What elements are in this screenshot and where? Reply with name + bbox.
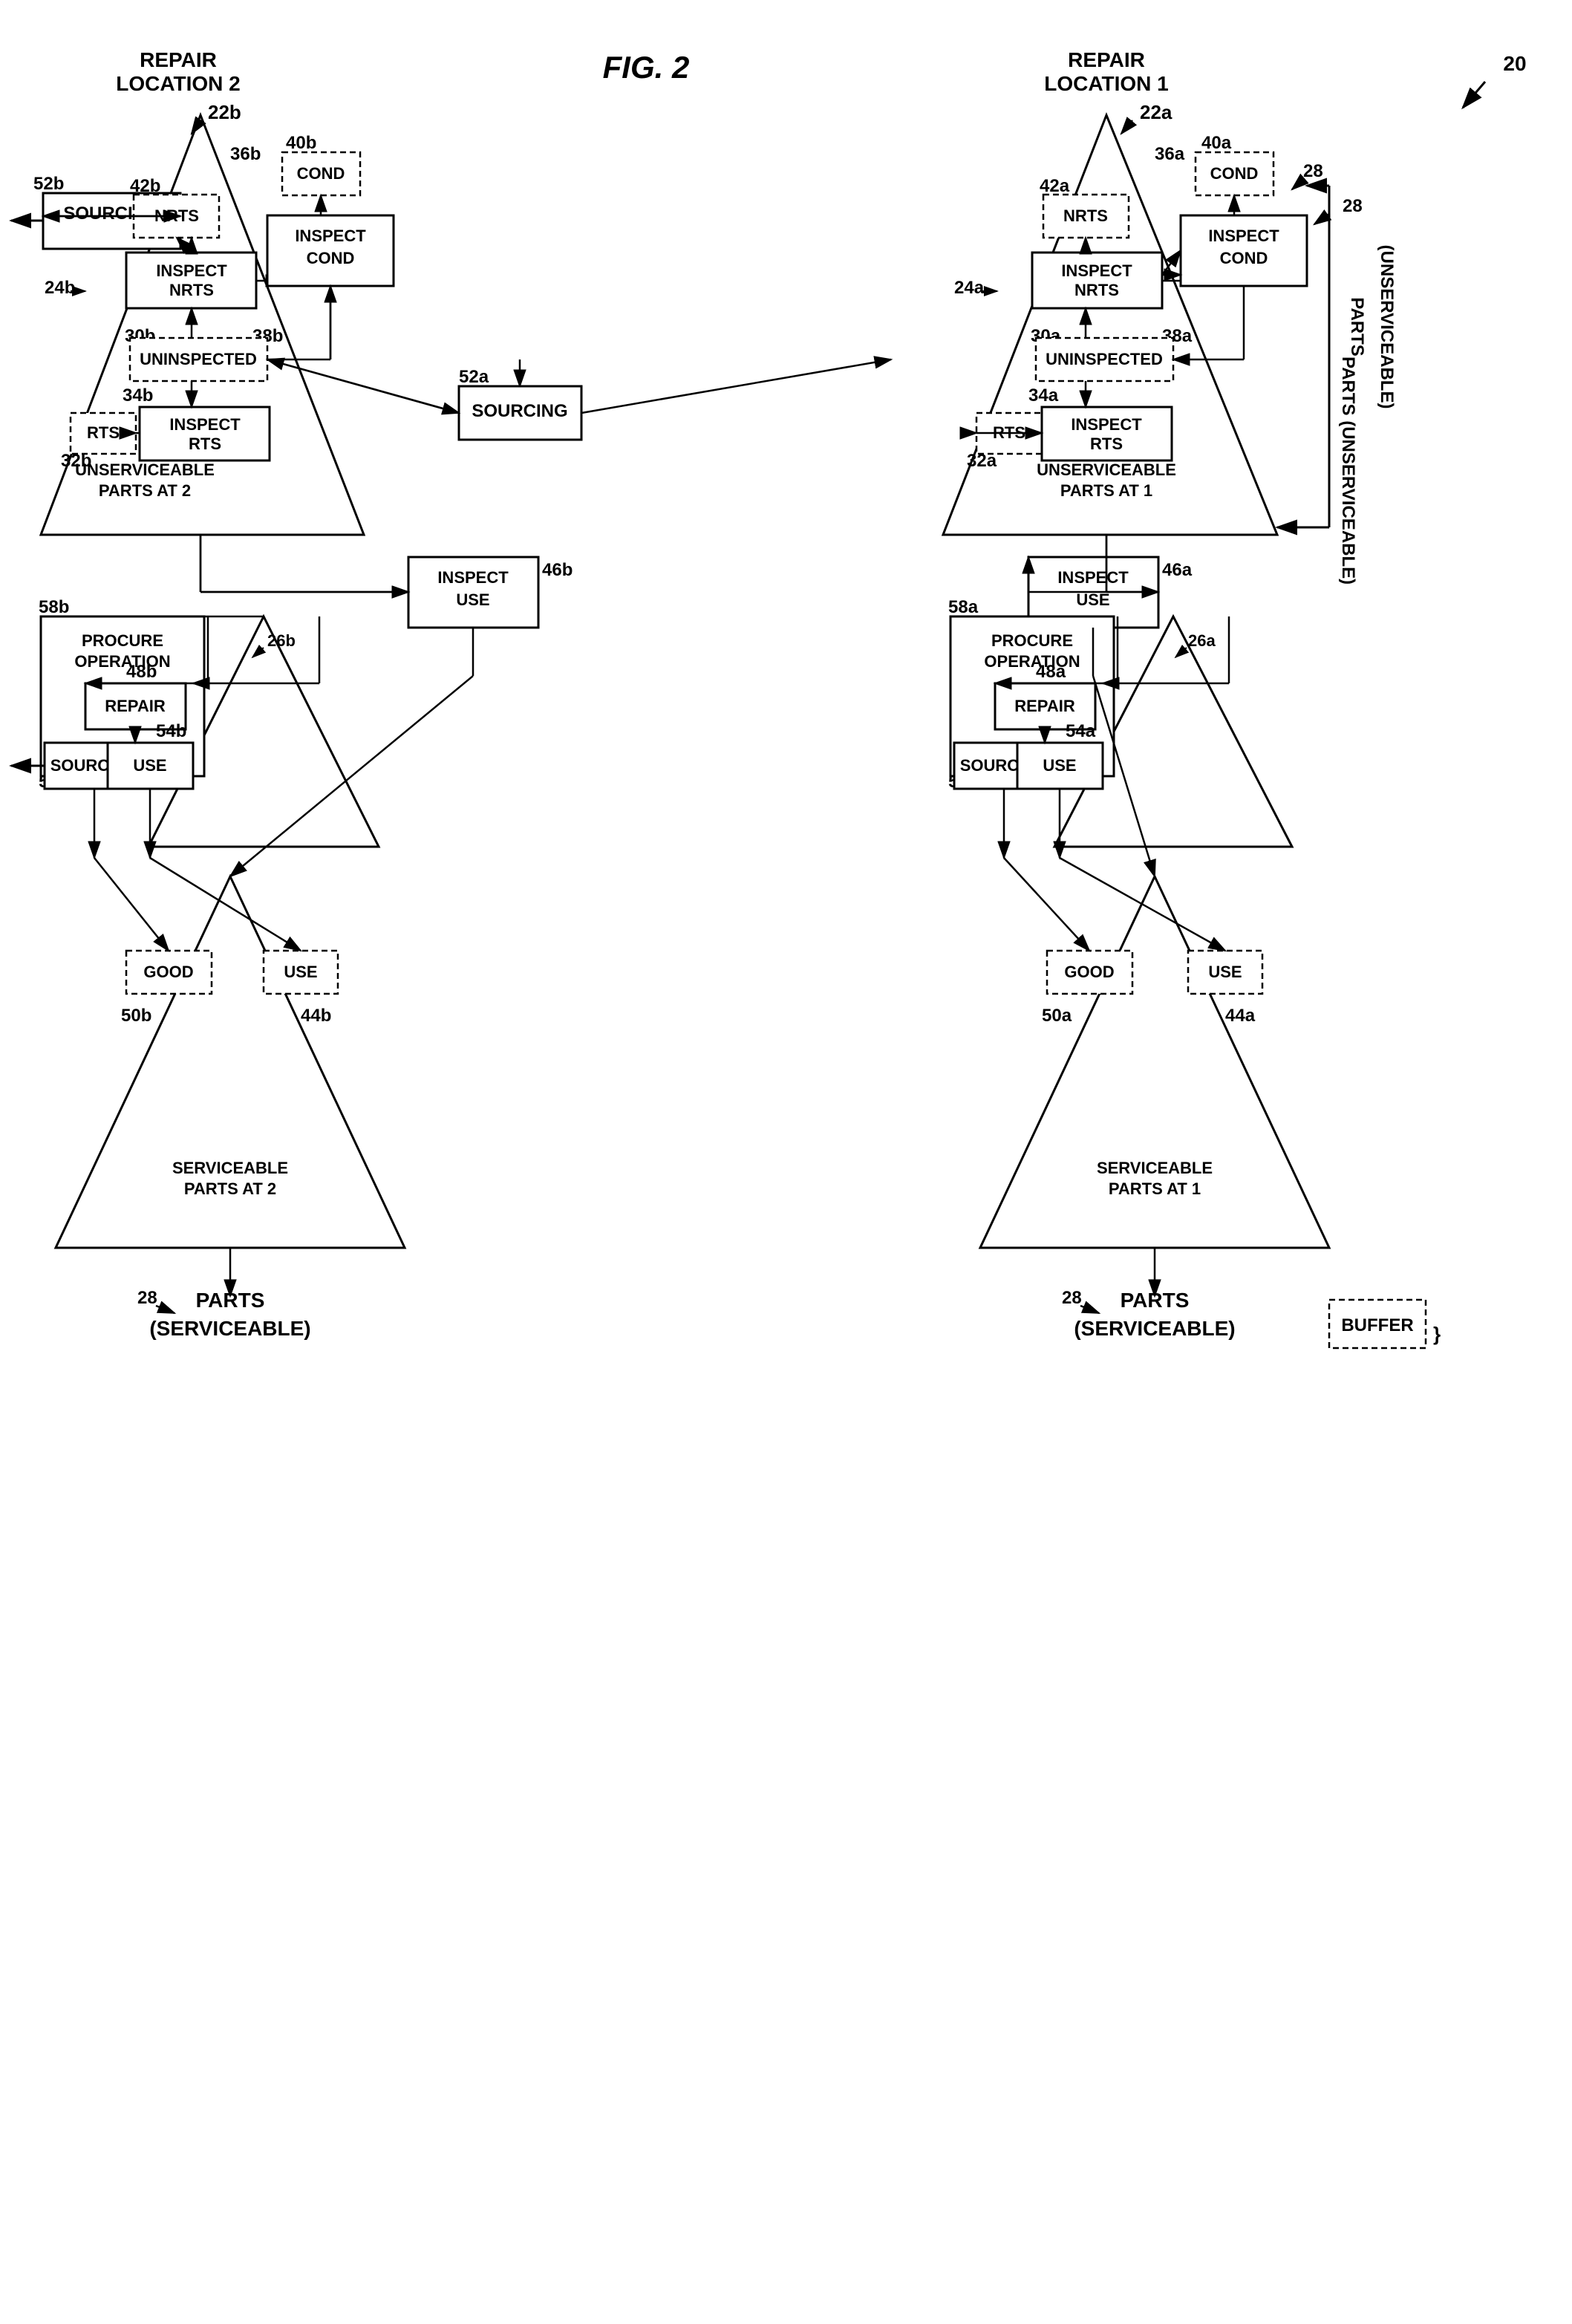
svg-text:54a: 54a xyxy=(1066,721,1096,741)
svg-text:36b: 36b xyxy=(230,144,261,164)
svg-text:RTS: RTS xyxy=(189,434,221,453)
svg-text:REPAIR: REPAIR xyxy=(1068,48,1145,71)
svg-text:SERVICEABLE: SERVICEABLE xyxy=(172,1159,288,1177)
svg-text:26a: 26a xyxy=(1188,631,1216,650)
svg-text:RTS: RTS xyxy=(87,423,120,442)
svg-text:RTS: RTS xyxy=(1090,434,1123,453)
svg-text:UNSERVICEABLE: UNSERVICEABLE xyxy=(1037,460,1176,479)
svg-text:32b: 32b xyxy=(61,451,91,471)
svg-text:26b: 26b xyxy=(267,631,296,650)
svg-text:50a: 50a xyxy=(1042,1006,1072,1026)
diagram: FIG. 2 20 REPAIR LOCATION 2 22b UNSERVIC… xyxy=(0,0,1572,2324)
svg-text:46b: 46b xyxy=(542,560,573,580)
svg-text:PROCURE: PROCURE xyxy=(82,631,163,650)
svg-text:UNINSPECTED: UNINSPECTED xyxy=(1046,350,1163,368)
svg-text:24a: 24a xyxy=(954,278,985,298)
svg-text:COND: COND xyxy=(297,164,345,183)
svg-text:52b: 52b xyxy=(33,174,64,194)
svg-text:PARTS AT 2: PARTS AT 2 xyxy=(184,1179,276,1198)
svg-text:PARTS (UNSERVICEABLE): PARTS (UNSERVICEABLE) xyxy=(1338,357,1358,585)
svg-text:50b: 50b xyxy=(121,1006,151,1026)
svg-text:20: 20 xyxy=(1503,52,1526,75)
svg-text:58a: 58a xyxy=(948,597,979,617)
svg-text:OPERATION: OPERATION xyxy=(984,652,1080,671)
svg-text:32a: 32a xyxy=(967,451,997,471)
svg-text:48b: 48b xyxy=(126,662,157,682)
svg-text:REPAIR: REPAIR xyxy=(1014,697,1075,715)
svg-text:INSPECT: INSPECT xyxy=(169,415,241,434)
svg-text:PARTS AT 2: PARTS AT 2 xyxy=(99,481,191,500)
svg-text:INSPECT: INSPECT xyxy=(1071,415,1142,434)
svg-text:}: } xyxy=(1433,1323,1441,1345)
fig-title: FIG. 2 xyxy=(603,50,690,85)
svg-text:INSPECT: INSPECT xyxy=(1057,568,1129,587)
svg-text:28: 28 xyxy=(137,1288,157,1308)
svg-text:28: 28 xyxy=(1303,161,1323,181)
svg-text:PARTS AT 1: PARTS AT 1 xyxy=(1109,1179,1201,1198)
svg-text:USE: USE xyxy=(456,590,489,609)
svg-text:BUFFER: BUFFER xyxy=(1341,1315,1413,1335)
svg-text:UNINSPECTED: UNINSPECTED xyxy=(140,350,257,368)
svg-text:COND: COND xyxy=(1220,249,1268,267)
svg-text:58b: 58b xyxy=(39,597,69,617)
svg-text:LOCATION 2: LOCATION 2 xyxy=(116,72,240,95)
svg-text:LOCATION 1: LOCATION 1 xyxy=(1044,72,1168,95)
svg-text:INSPECT: INSPECT xyxy=(1061,261,1132,280)
svg-text:USE: USE xyxy=(133,756,166,775)
svg-text:COND: COND xyxy=(307,249,355,267)
svg-text:REPAIR: REPAIR xyxy=(140,48,217,71)
svg-text:24b: 24b xyxy=(45,278,75,298)
svg-text:UNSERVICEABLE: UNSERVICEABLE xyxy=(75,460,215,479)
svg-text:INSPECT: INSPECT xyxy=(437,568,509,587)
svg-text:GOOD: GOOD xyxy=(143,963,193,981)
svg-text:INSPECT: INSPECT xyxy=(1208,227,1279,245)
svg-text:34b: 34b xyxy=(123,385,153,406)
svg-text:NRTS: NRTS xyxy=(1074,281,1119,299)
svg-text:PARTS AT 1: PARTS AT 1 xyxy=(1060,481,1152,500)
svg-text:PROCURE: PROCURE xyxy=(991,631,1073,650)
svg-text:40b: 40b xyxy=(286,133,316,153)
svg-text:(SERVICEABLE): (SERVICEABLE) xyxy=(149,1317,310,1340)
svg-text:USE: USE xyxy=(1043,756,1076,775)
svg-text:INSPECT: INSPECT xyxy=(295,227,366,245)
svg-text:34a: 34a xyxy=(1028,385,1059,406)
svg-text:PARTS: PARTS xyxy=(1347,297,1367,357)
svg-text:USE: USE xyxy=(1076,590,1109,609)
svg-text:(SERVICEABLE): (SERVICEABLE) xyxy=(1074,1317,1235,1340)
svg-text:SERVICEABLE: SERVICEABLE xyxy=(1097,1159,1213,1177)
svg-text:NRTS: NRTS xyxy=(1063,206,1108,225)
svg-text:44b: 44b xyxy=(301,1006,331,1026)
svg-text:42b: 42b xyxy=(130,176,160,196)
svg-text:44a: 44a xyxy=(1225,1006,1256,1026)
svg-text:22a: 22a xyxy=(1140,101,1173,123)
svg-text:USE: USE xyxy=(284,963,317,981)
svg-text:INSPECT: INSPECT xyxy=(156,261,227,280)
svg-text:28: 28 xyxy=(1062,1288,1082,1308)
svg-text:40a: 40a xyxy=(1201,133,1232,153)
svg-text:46a: 46a xyxy=(1162,560,1193,580)
svg-text:36a: 36a xyxy=(1155,144,1185,164)
svg-text:SOURCING: SOURCING xyxy=(472,401,567,421)
svg-text:48a: 48a xyxy=(1036,662,1066,682)
svg-text:28: 28 xyxy=(1343,196,1363,216)
svg-text:USE: USE xyxy=(1208,963,1242,981)
svg-text:42a: 42a xyxy=(1040,176,1070,196)
svg-text:52a: 52a xyxy=(459,367,489,387)
svg-text:COND: COND xyxy=(1210,164,1259,183)
svg-text:22b: 22b xyxy=(208,101,241,123)
svg-text:REPAIR: REPAIR xyxy=(105,697,166,715)
svg-text:NRTS: NRTS xyxy=(169,281,214,299)
svg-text:(UNSERVICEABLE): (UNSERVICEABLE) xyxy=(1377,245,1397,409)
svg-text:GOOD: GOOD xyxy=(1064,963,1114,981)
svg-text:54b: 54b xyxy=(156,721,186,741)
